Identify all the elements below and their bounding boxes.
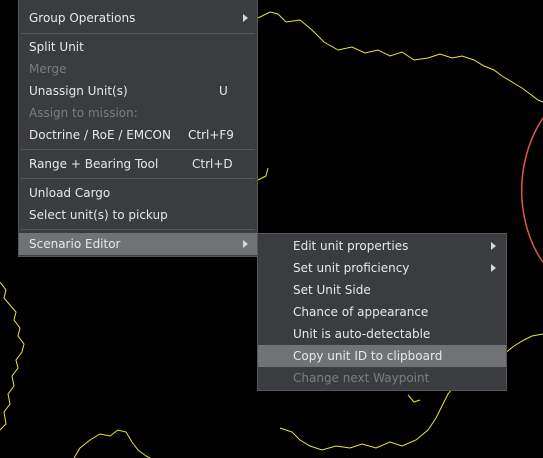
menu-item-label: Merge (29, 62, 67, 76)
menu-item-label: Group Operations (29, 11, 136, 25)
submenu-item-unit-auto-detectable[interactable]: Unit is auto-detectable (258, 323, 506, 345)
menu-item-merge: Merge (19, 58, 257, 80)
menu-separator (21, 33, 255, 34)
menu-item-label: Scenario Editor (29, 237, 121, 251)
menu-item-label: Range + Bearing Tool (29, 157, 159, 171)
menu-item-label: Unload Cargo (29, 186, 111, 200)
menu-item-label: Assign to mission: (29, 106, 138, 120)
menu-item-label: Edit unit properties (293, 239, 409, 253)
chevron-right-icon (243, 240, 248, 248)
submenu-item-set-unit-proficiency[interactable]: Set unit proficiency (258, 257, 506, 279)
map-border-line (73, 429, 151, 458)
menu-item-split-unit[interactable]: Split Unit (19, 36, 257, 58)
menu-item-unassign-units[interactable]: Unassign Unit(s) U (19, 80, 257, 102)
menu-item-shortcut: Ctrl+D (192, 157, 233, 171)
context-menu: Group Operations Split Unit Merge Unassi… (18, 0, 258, 257)
menu-item-shortcut: Ctrl+F9 (188, 128, 234, 142)
chevron-right-icon (491, 264, 496, 272)
chevron-right-icon (491, 242, 496, 250)
menu-item-label: Change next Waypoint (293, 371, 430, 385)
menu-item-shortcut: U (219, 84, 228, 98)
menu-item-label: Set unit proficiency (293, 261, 410, 275)
menu-item-doctrine[interactable]: Doctrine / RoE / EMCON Ctrl+F9 (19, 124, 257, 146)
menu-item-range-bearing-tool[interactable]: Range + Bearing Tool Ctrl+D (19, 153, 257, 175)
menu-item-label: Copy unit ID to clipboard (293, 349, 443, 363)
scenario-editor-submenu: Edit unit properties Set unit proficienc… (257, 233, 507, 391)
map-border-line (257, 167, 269, 181)
range-circle (520, 117, 543, 263)
chevron-right-icon (243, 14, 248, 22)
map-border-line (407, 394, 421, 403)
menu-separator (21, 178, 255, 179)
menu-separator (21, 229, 255, 230)
submenu-item-set-unit-side[interactable]: Set Unit Side (258, 279, 506, 301)
menu-item-label: Set Unit Side (293, 283, 371, 297)
menu-item-assign-to-mission: Assign to mission: (19, 102, 257, 124)
submenu-item-change-next-waypoint: Change next Waypoint (258, 367, 506, 389)
menu-item-label: Unassign Unit(s) (29, 84, 128, 98)
menu-item-label: Doctrine / RoE / EMCON (29, 128, 171, 142)
submenu-item-chance-of-appearance[interactable]: Chance of appearance (258, 301, 506, 323)
map-border-line (0, 281, 25, 431)
menu-item-label: Chance of appearance (293, 305, 429, 319)
menu-item-scenario-editor[interactable]: Scenario Editor (19, 233, 257, 255)
menu-item-label: Split Unit (29, 40, 84, 54)
menu-item-label: Unit is auto-detectable (293, 327, 431, 341)
menu-item-select-units-to-pickup[interactable]: Select unit(s) to pickup (19, 204, 257, 226)
menu-item-group-operations[interactable]: Group Operations (19, 7, 257, 29)
menu-item-label: Select unit(s) to pickup (29, 208, 168, 222)
menu-item-unload-cargo[interactable]: Unload Cargo (19, 182, 257, 204)
menu-separator (21, 149, 255, 150)
submenu-item-copy-unit-id[interactable]: Copy unit ID to clipboard (258, 345, 506, 367)
submenu-item-edit-unit-properties[interactable]: Edit unit properties (258, 235, 506, 257)
map-border-line (257, 11, 543, 103)
